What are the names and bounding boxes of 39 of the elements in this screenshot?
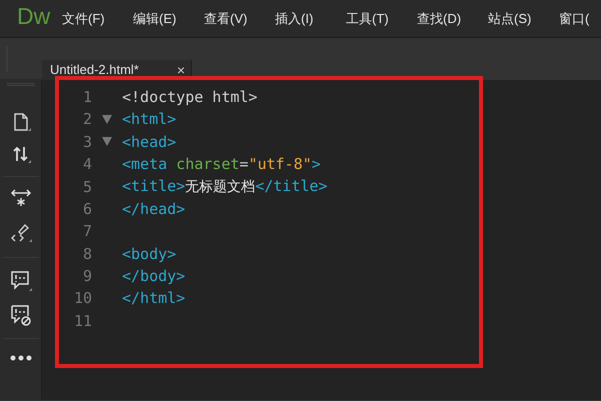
- code-line: <head>: [122, 132, 176, 153]
- code-brush-icon[interactable]: [10, 223, 32, 243]
- menu-item[interactable]: 查看(V): [204, 8, 275, 28]
- line-number: 8: [82, 244, 92, 265]
- code-line: </html>: [122, 288, 186, 310]
- line-number: 10: [72, 288, 92, 310]
- menu-item[interactable]: 查找(D): [417, 8, 488, 28]
- fold-icon[interactable]: [102, 115, 112, 124]
- code-line: </head>: [122, 198, 186, 220]
- line-number: 7: [82, 221, 92, 242]
- line-number: 9: [82, 266, 92, 288]
- code-line: <meta charset="utf-8">: [122, 154, 321, 176]
- more-icon[interactable]: [10, 355, 32, 361]
- code-editor[interactable]: 1 <!doctype html> 2 <html> 3 <head> 4 <meta charset="utf-8"> 5 <title>无标题文档</title> 6 </head> 7 8 <body> 9 </body> 10 </html> 11: [42, 80, 601, 400]
- menu-item[interactable]: 插入(I): [275, 8, 346, 28]
- line-number: 6: [82, 198, 92, 220]
- comment-blocked-icon[interactable]: [10, 304, 32, 326]
- app-logo: Dw: [17, 3, 50, 29]
- code-line: <body>: [122, 244, 176, 265]
- comment-icon[interactable]: [10, 270, 32, 292]
- menu-item[interactable]: 站点(S): [488, 8, 559, 28]
- code-line: <title>无标题文档</title>: [122, 176, 328, 198]
- fold-icon[interactable]: [102, 137, 112, 146]
- close-button[interactable]: ×: [176, 60, 185, 80]
- menu-item[interactable]: 窗口(: [559, 8, 601, 28]
- width-arrows-icon[interactable]: [10, 187, 32, 207]
- line-number: 4: [82, 154, 92, 176]
- menu-item[interactable]: 文件(F): [62, 8, 133, 28]
- line-number: 2: [82, 109, 92, 130]
- line-number: 1: [82, 86, 92, 108]
- swap-arrows-icon[interactable]: [10, 144, 30, 164]
- code-line: <!doctype html>: [122, 86, 258, 108]
- line-number: 11: [72, 310, 92, 332]
- line-number: 3: [82, 132, 92, 153]
- menu-item[interactable]: 编辑(E): [133, 8, 204, 28]
- menu-item[interactable]: 工具(T): [346, 8, 417, 28]
- code-line: <html>: [122, 109, 176, 130]
- line-number: 5: [82, 176, 92, 198]
- code-line: </body>: [122, 266, 186, 288]
